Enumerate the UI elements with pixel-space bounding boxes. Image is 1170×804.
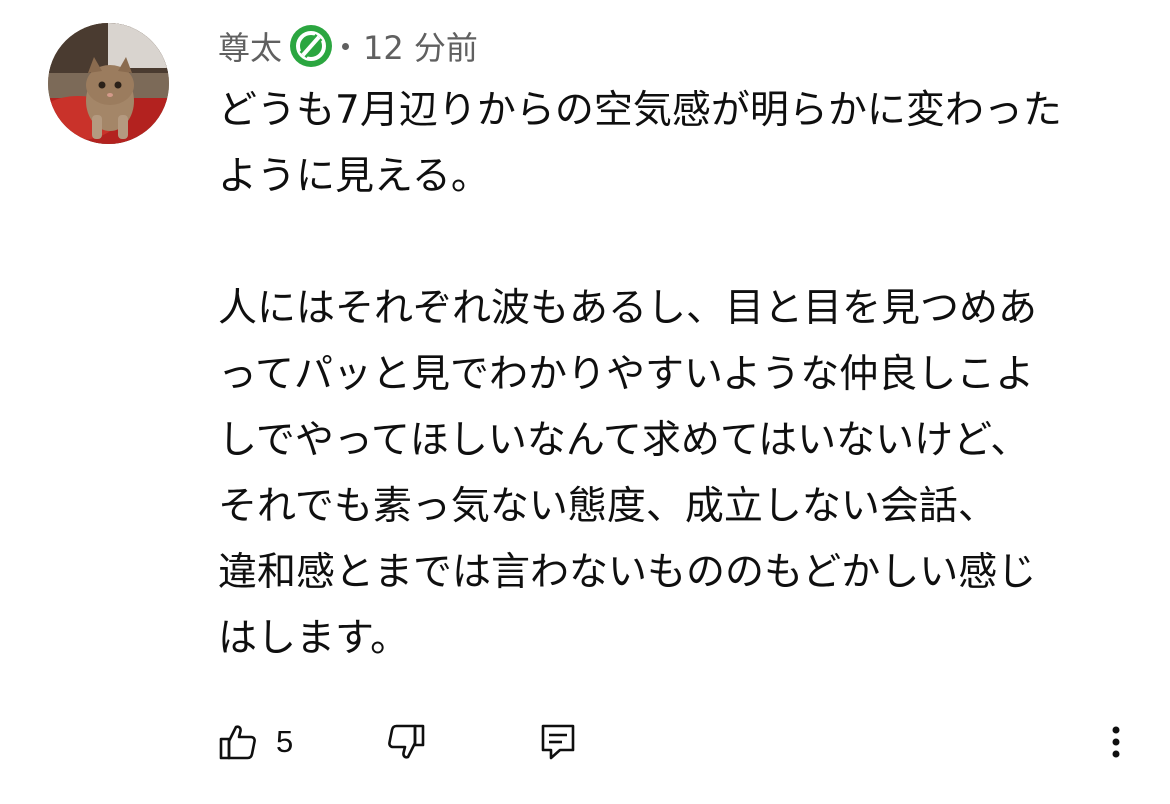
comment-line: ように見える。	[218, 154, 490, 199]
more-vertical-icon	[1110, 722, 1122, 762]
like-button[interactable]: 5	[218, 712, 293, 772]
reply-comment-icon	[538, 722, 578, 762]
like-count: 5	[276, 724, 294, 759]
more-options-button[interactable]	[1098, 712, 1134, 772]
comment-text: どうも7月辺りからの空気感が明らかに変わった ように見える。 人にはそれぞれ波も…	[218, 78, 1148, 672]
comment-line: それでも素っ気ない態度、成立しない会話、	[218, 484, 997, 529]
comment-line: どうも7月辺りからの空気感が明らかに変わった	[218, 88, 1062, 133]
avatar[interactable]	[48, 23, 169, 144]
comment-line: しでやってほしいなんて求めてはいないけど、	[218, 418, 1030, 463]
comment-header: 尊太 12 分前	[218, 22, 478, 70]
separator-dot	[342, 42, 350, 50]
comment-line: 違和感とまでは言わないもののもどかしい感じ	[218, 550, 1037, 595]
verified-channel-badge-icon	[288, 23, 334, 69]
thumb-up-icon	[218, 722, 258, 762]
reply-button[interactable]	[538, 712, 578, 772]
thumb-down-icon	[386, 722, 426, 762]
comment-line: はします。	[218, 616, 410, 661]
comment-action-bar: 5	[0, 712, 1170, 772]
cat-photo	[48, 23, 169, 144]
comment-line: ってパッと見でわかりやすいような仲良しこよ	[218, 352, 1035, 397]
comment-timestamp[interactable]: 12 分前	[363, 23, 478, 69]
comment-line: 人にはそれぞれ波もあるし、目と目を見つめあ	[218, 286, 1038, 331]
dislike-button[interactable]	[386, 712, 426, 772]
comment-line-blank	[218, 210, 1148, 276]
author-name[interactable]: 尊太	[218, 23, 282, 69]
